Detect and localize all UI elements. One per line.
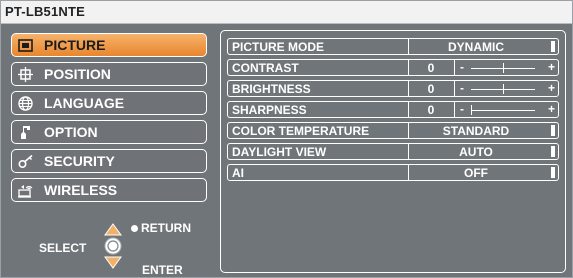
menu-item-wireless[interactable]: WIRELESS — [11, 178, 207, 202]
menu-item-label: WIRELESS — [44, 182, 118, 198]
divider — [408, 60, 409, 75]
menu-item-picture[interactable]: PICTURE — [11, 33, 207, 57]
setting-value: 0 — [427, 82, 435, 96]
setting-sharpness[interactable]: SHARPNESS 0 - + — [227, 101, 559, 118]
setting-contrast[interactable]: CONTRAST 0 - + — [227, 59, 559, 76]
dpad-icon — [104, 223, 122, 269]
settings-panel: PICTURE MODE DYNAMIC CONTRAST 0 - + BRIG — [220, 30, 566, 273]
setting-ai[interactable]: AI OFF — [227, 164, 559, 181]
setting-value: AUTO — [459, 145, 493, 159]
slider-knob[interactable] — [471, 105, 472, 115]
divider — [408, 81, 409, 96]
return-label: RETURN — [141, 221, 191, 235]
picture-icon — [17, 37, 34, 53]
row-end-marker — [551, 167, 555, 178]
menu-item-label: OPTION — [44, 124, 98, 140]
position-icon — [17, 66, 34, 82]
setting-label: PICTURE MODE — [232, 40, 325, 54]
row-end-marker — [551, 125, 555, 136]
wireless-icon — [17, 182, 34, 198]
setting-color-temperature[interactable]: COLOR TEMPERATURE STANDARD — [227, 122, 559, 139]
select-label: SELECT — [39, 241, 87, 255]
setting-value: OFF — [464, 166, 488, 180]
divider — [408, 123, 409, 138]
setting-label: DAYLIGHT VIEW — [232, 145, 327, 159]
setting-label: COLOR TEMPERATURE — [232, 124, 370, 138]
menu-item-label: POSITION — [44, 66, 111, 82]
slider-knob[interactable] — [503, 84, 504, 94]
divider — [454, 81, 455, 96]
decrease-icon: - — [460, 81, 464, 95]
divider — [408, 102, 409, 117]
projector-osd: PT-LB51NTE PICTURE POSITION LANGUAGE OPT… — [0, 0, 573, 278]
divider — [454, 60, 455, 75]
slider-track — [471, 110, 535, 111]
menu-item-label: LANGUAGE — [44, 95, 125, 111]
main-menu: PICTURE POSITION LANGUAGE OPTION SECURIT… — [7, 30, 213, 277]
osd-body: PICTURE POSITION LANGUAGE OPTION SECURIT… — [1, 24, 572, 277]
setting-label: SHARPNESS — [232, 103, 307, 117]
setting-value: STANDARD — [442, 124, 510, 138]
increase-icon: + — [547, 60, 555, 74]
menu-item-label: PICTURE — [44, 37, 106, 53]
navigation-guide: RETURN SELECT ENTER — [7, 217, 213, 277]
option-icon — [17, 124, 34, 140]
setting-value: 0 — [427, 103, 435, 117]
decrease-icon: - — [460, 60, 464, 74]
divider — [408, 144, 409, 159]
return-bullet-icon — [131, 225, 138, 232]
key-icon — [17, 153, 34, 169]
setting-value: DYNAMIC — [448, 40, 504, 54]
title-bar: PT-LB51NTE — [1, 1, 572, 24]
increase-icon: + — [547, 81, 555, 95]
setting-label: BRIGHTNESS — [232, 82, 311, 96]
menu-item-label: SECURITY — [44, 153, 115, 169]
row-end-marker — [551, 146, 555, 157]
row-end-marker — [551, 41, 555, 52]
setting-picture-mode[interactable]: PICTURE MODE DYNAMIC — [227, 38, 559, 55]
setting-label: AI — [232, 166, 244, 180]
setting-value: 0 — [427, 61, 435, 75]
menu-item-security[interactable]: SECURITY — [11, 149, 207, 173]
increase-icon: + — [547, 102, 555, 116]
decrease-icon: - — [460, 102, 464, 116]
divider — [408, 165, 409, 180]
brightness-slider[interactable]: - + — [454, 81, 557, 96]
setting-brightness[interactable]: BRIGHTNESS 0 - + — [227, 80, 559, 97]
model-title: PT-LB51NTE — [5, 4, 86, 19]
menu-item-option[interactable]: OPTION — [11, 120, 207, 144]
setting-daylight-view[interactable]: DAYLIGHT VIEW AUTO — [227, 143, 559, 160]
setting-label: CONTRAST — [232, 61, 299, 75]
contrast-slider[interactable]: - + — [454, 60, 557, 75]
divider — [454, 102, 455, 117]
menu-item-language[interactable]: LANGUAGE — [11, 91, 207, 115]
menu-item-position[interactable]: POSITION — [11, 62, 207, 86]
sharpness-slider[interactable]: - + — [454, 102, 557, 117]
slider-knob[interactable] — [503, 63, 504, 73]
enter-label: ENTER — [142, 263, 183, 277]
globe-icon — [17, 95, 34, 111]
divider — [408, 39, 409, 54]
